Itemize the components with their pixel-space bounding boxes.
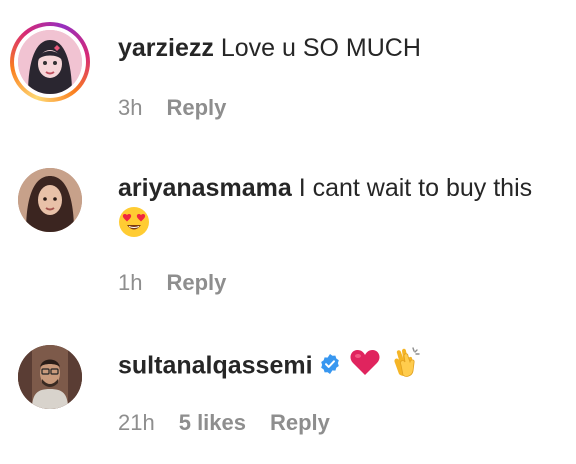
comment-timestamp[interactable]: 3h (118, 95, 142, 121)
comment-username[interactable]: ariyanasmama (118, 174, 292, 202)
comment-timestamp[interactable]: 21h (118, 410, 155, 436)
comment-item: ariyanasmama I cant wait to buy this 1h … (0, 150, 576, 300)
heart-eyes-emoji-icon (118, 206, 150, 248)
comment-username[interactable]: sultanalqassemi (118, 352, 313, 380)
avatar-image-icon (18, 345, 82, 409)
verified-badge-icon (319, 349, 341, 385)
avatar-image-icon (18, 30, 82, 94)
likes-count-button[interactable]: 5 likes (179, 410, 246, 436)
avatar[interactable] (18, 168, 82, 232)
comment-text: sultanalqassemi (118, 345, 558, 389)
comment-meta: 3h Reply (118, 95, 226, 121)
comment-username[interactable]: yarziezz (118, 34, 214, 62)
avatar-image-icon (18, 168, 82, 232)
red-heart-emoji-icon (349, 346, 381, 388)
comment-body: I cant wait to buy this (298, 174, 533, 202)
comment-timestamp[interactable]: 1h (118, 270, 142, 296)
avatar (18, 30, 82, 94)
comment-text: ariyanasmama I cant wait to buy this (118, 170, 558, 248)
comment-meta: 1h Reply (118, 270, 226, 296)
comment-text: yarziezz Love u SO MUCH (118, 30, 558, 66)
comment-meta: 21h 5 likes Reply (118, 410, 330, 436)
comment-body: Love u SO MUCH (220, 34, 421, 62)
avatar[interactable] (18, 345, 82, 409)
comment-item: yarziezz Love u SO MUCH 3h Reply (0, 0, 576, 140)
reply-button[interactable]: Reply (166, 95, 226, 121)
reply-button[interactable]: Reply (270, 410, 330, 436)
comment-item: sultanalqassemi 21h 5 likes Reply (0, 325, 576, 464)
reply-button[interactable]: Reply (166, 270, 226, 296)
avatar-story-ring[interactable] (10, 22, 90, 102)
clapping-hands-emoji-icon (389, 345, 423, 389)
